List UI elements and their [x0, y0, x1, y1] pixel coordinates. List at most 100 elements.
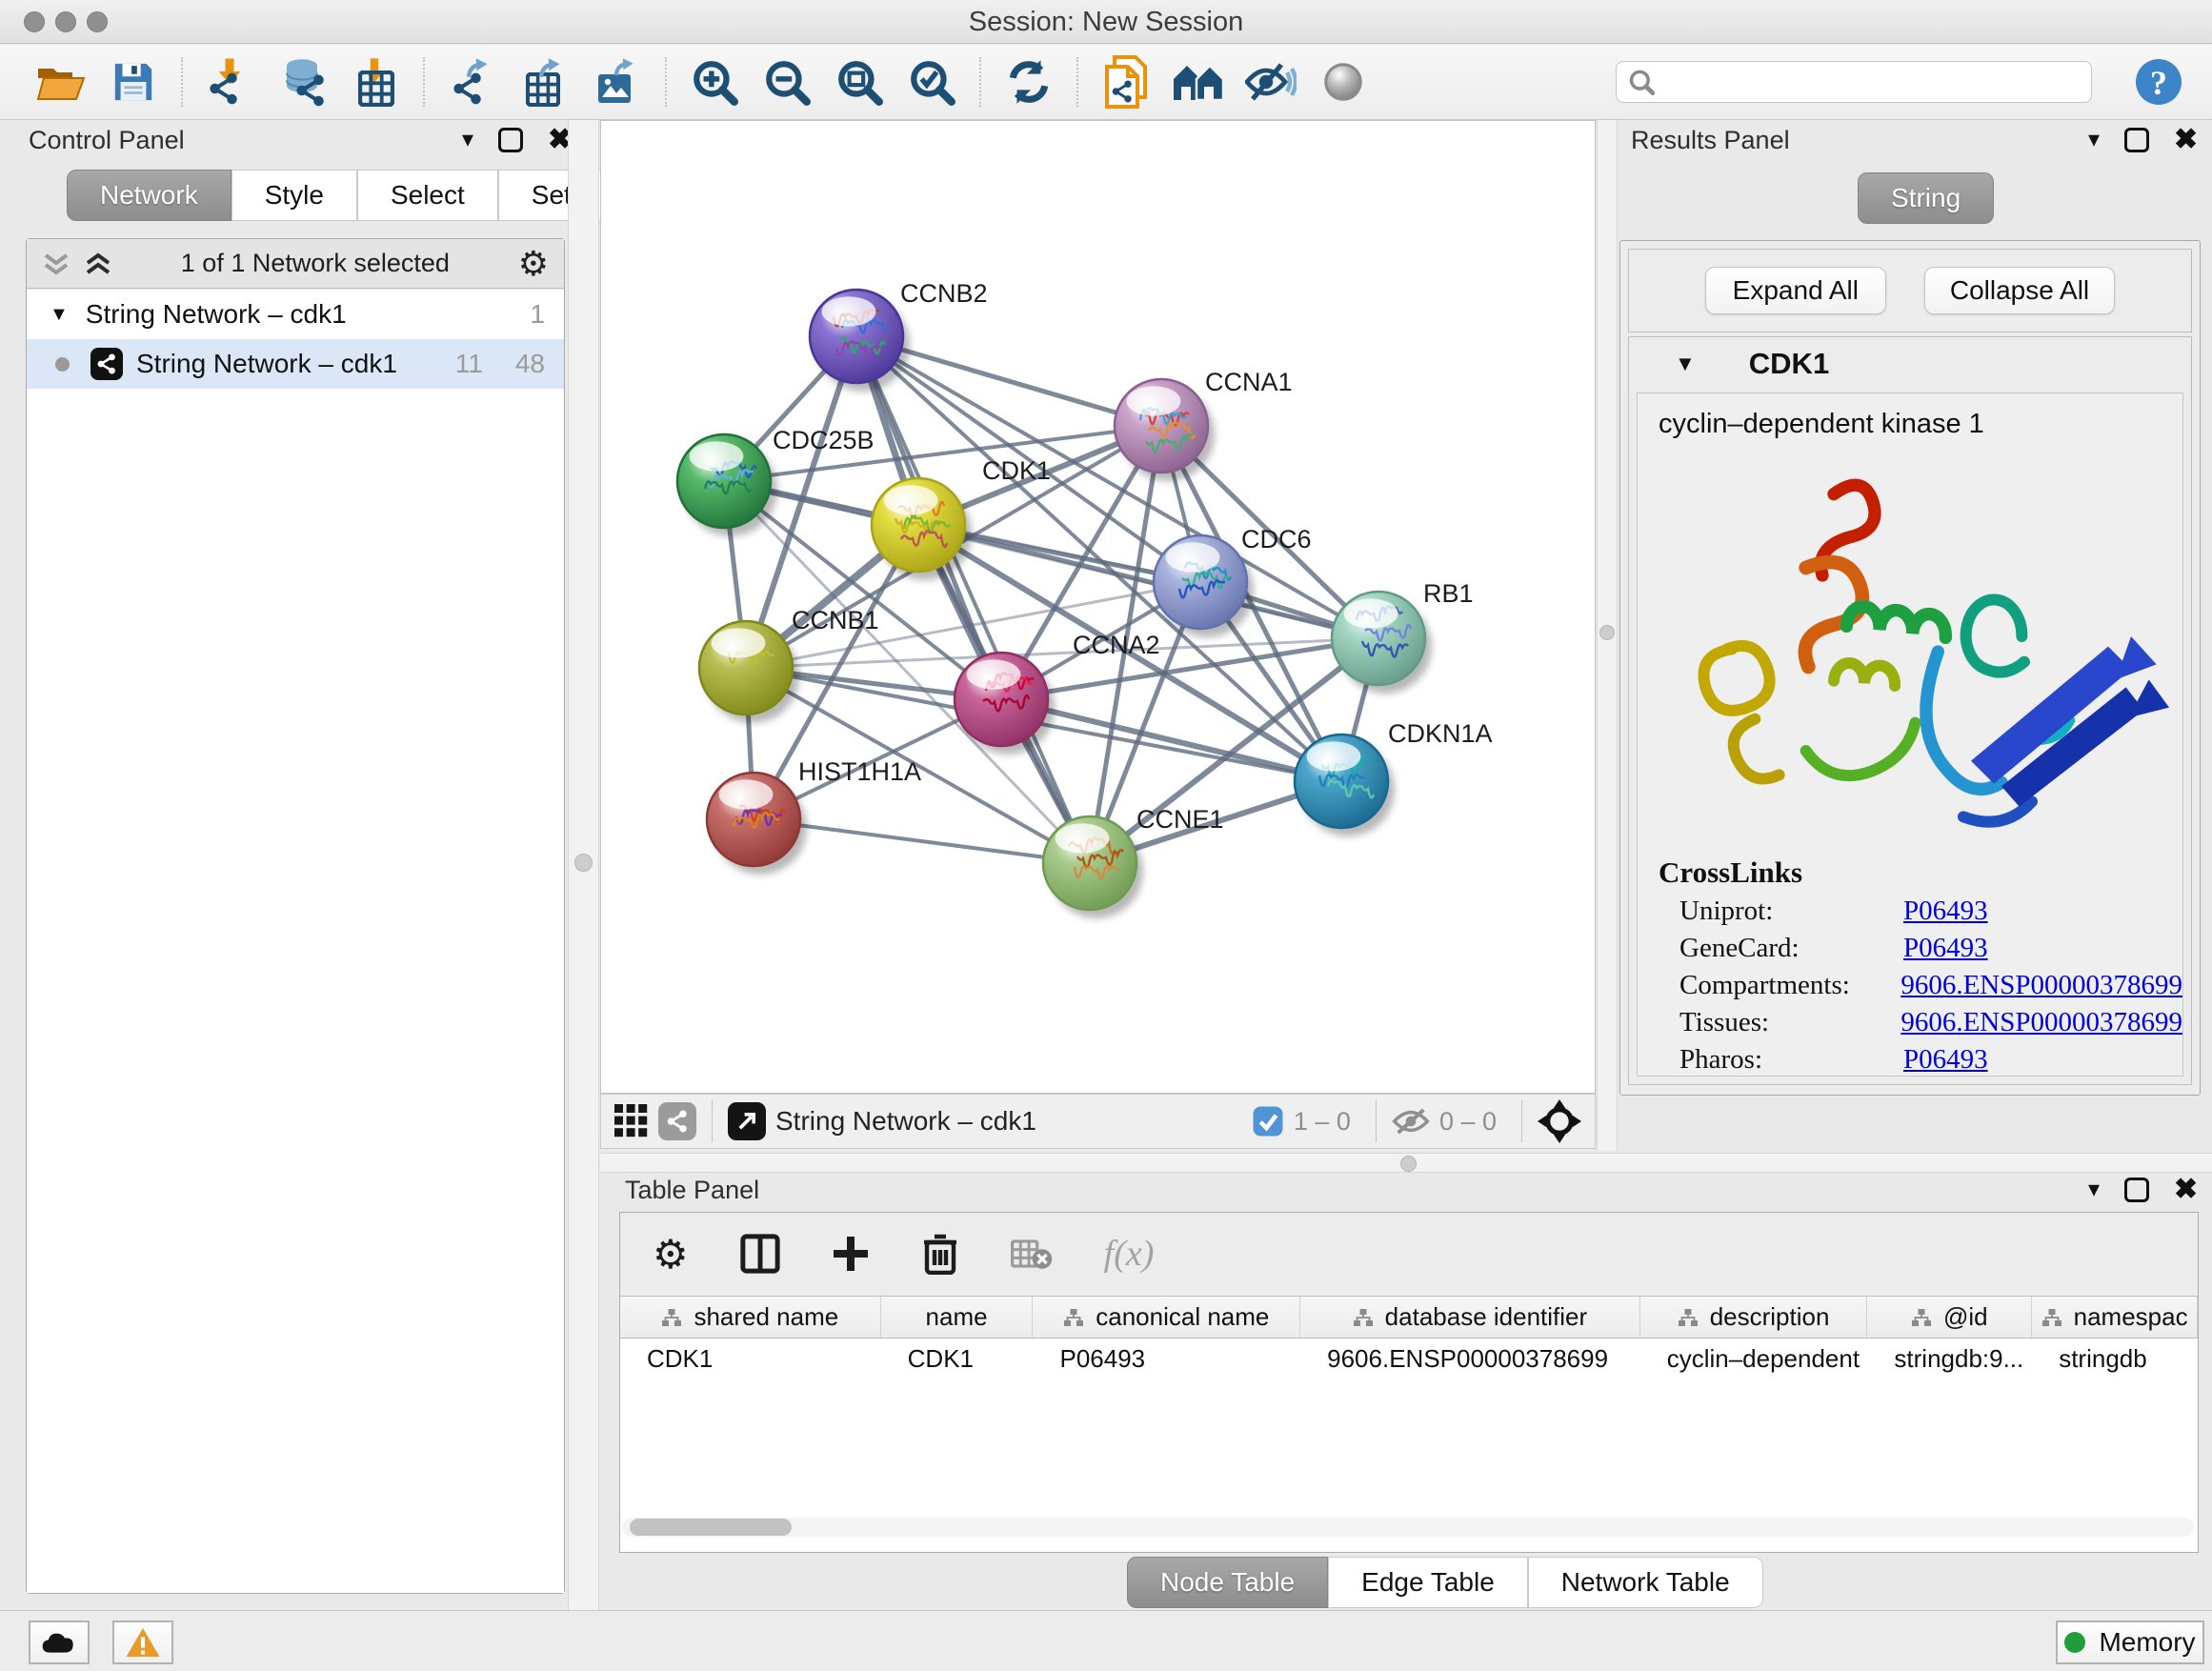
import-network-database-icon[interactable]	[267, 54, 339, 110]
import-table-file-icon[interactable]	[339, 54, 412, 110]
table-panel-menu-icon[interactable]: ▾	[2088, 1178, 2100, 1201]
right-splitter-grip[interactable]	[1599, 625, 1615, 640]
node-table-container: ⚙ f(x) shared namenamecanonical namedata…	[619, 1212, 2199, 1553]
crosslink-value-link[interactable]: 9606.ENSP00000378699	[1900, 970, 2182, 1001]
import-string-icon[interactable]	[1090, 54, 1162, 110]
open-session-icon[interactable]	[25, 54, 97, 110]
column-header-name[interactable]: name	[881, 1297, 1034, 1338]
node-table: shared namenamecanonical namedatabase id…	[620, 1296, 2198, 1552]
scrollbar-thumb[interactable]	[630, 1519, 792, 1536]
tab-edge-table[interactable]: Edge Table	[1328, 1557, 1528, 1608]
help-icon[interactable]: ?	[2130, 54, 2187, 110]
entry-expander-icon[interactable]: ▼	[1675, 352, 1696, 376]
table-panel-float-icon[interactable]	[2124, 1178, 2149, 1202]
add-column-icon[interactable]	[832, 1235, 870, 1273]
network-canvas[interactable]: CCNB2CCNA1CDC25BCDK1CDC6RB1CCNB1CCNA2CDK…	[600, 120, 1596, 1094]
hide-glasspane-icon[interactable]	[1235, 54, 1307, 110]
column-header-shared-name[interactable]: shared name	[620, 1297, 881, 1338]
export-image-icon[interactable]	[581, 54, 654, 110]
search-field[interactable]	[1616, 61, 2092, 103]
memory-button[interactable]: Memory	[2056, 1621, 2204, 1664]
memory-label: Memory	[2099, 1627, 2195, 1658]
table-body: CDK1CDK1P064939606.ENSP00000378699cyclin…	[620, 1339, 2198, 1380]
tab-network[interactable]: Network	[67, 170, 231, 221]
cloud-button[interactable]	[29, 1621, 90, 1664]
expand-all-button[interactable]: Expand All	[1705, 267, 1886, 314]
show-columns-icon[interactable]	[740, 1234, 780, 1274]
fit-selected-crosshair-icon[interactable]	[1538, 1099, 1581, 1143]
network-selection-status: 1 of 1 Network selected	[112, 249, 518, 278]
table-panel-close-icon[interactable]: ✖	[2174, 1176, 2198, 1204]
svg-text:CDK1: CDK1	[982, 456, 1051, 485]
birds-eye-view-icon[interactable]	[728, 1102, 766, 1140]
search-input[interactable]	[1655, 68, 2080, 97]
status-bar: Memory	[0, 1610, 2212, 1671]
column-header-description[interactable]: description	[1640, 1297, 1868, 1338]
refresh-icon[interactable]	[993, 54, 1065, 110]
export-table-icon[interactable]	[509, 54, 581, 110]
table-options-gear-icon[interactable]: ⚙	[653, 1231, 689, 1278]
crosslink-label: Uniprot:	[1679, 896, 1903, 927]
control-panel-menu-icon[interactable]: ▾	[462, 129, 473, 151]
crosslink-value-link[interactable]: P06493	[1903, 933, 1988, 964]
node-entry-header[interactable]: ▼ CDK1	[1629, 337, 2191, 391]
horizontal-splitter[interactable]	[600, 1153, 2212, 1173]
column-header-namespac[interactable]: namespac	[2032, 1297, 2198, 1338]
tab-network-table[interactable]: Network Table	[1528, 1557, 1763, 1608]
selected-checkbox-icon[interactable]	[1252, 1105, 1284, 1137]
collapse-all-icon[interactable]	[42, 252, 70, 276]
search-icon	[1628, 68, 1655, 96]
network-graph[interactable]: CCNB2CCNA1CDC25BCDK1CDC6RB1CCNB1CCNA2CDK…	[601, 121, 1595, 1093]
grid-view-icon[interactable]	[614, 1104, 649, 1138]
node-entry-body: cyclin–dependent kinase 1	[1637, 393, 2183, 1077]
zoom-out-icon[interactable]	[751, 54, 823, 110]
tab-string[interactable]: String	[1858, 172, 1994, 224]
network-label: String Network – cdk1	[136, 349, 455, 379]
table-cell: cyclin–dependent ...	[1640, 1339, 1868, 1380]
results-panel-menu-icon[interactable]: ▾	[2088, 129, 2100, 151]
tab-select[interactable]: Select	[357, 170, 498, 221]
tab-style[interactable]: Style	[231, 170, 357, 221]
save-session-icon[interactable]	[97, 54, 170, 110]
expand-all-icon[interactable]	[84, 252, 112, 276]
crosslink-label: Tissues:	[1679, 1007, 1900, 1038]
crosslink-label: Compartments:	[1679, 970, 1900, 1001]
export-network-icon[interactable]	[436, 54, 509, 110]
collapse-all-button[interactable]: Collapse All	[1924, 267, 2115, 314]
column-header-database-identifier[interactable]: database identifier	[1300, 1297, 1640, 1338]
table-row[interactable]: CDK1CDK1P064939606.ENSP00000378699cyclin…	[620, 1339, 2198, 1380]
network-edge-count: 48	[515, 349, 545, 379]
delete-column-trash-icon[interactable]	[921, 1233, 959, 1275]
right-splitter[interactable]	[1597, 120, 1618, 1151]
network-view-icon[interactable]	[658, 1102, 696, 1140]
results-panel-float-icon[interactable]	[2124, 128, 2149, 152]
crosslink-value-link[interactable]: P06493	[1903, 1044, 1988, 1076]
crosslink-row: Compartments:9606.ENSP00000378699	[1679, 970, 2182, 1001]
crosslinks-title: CrossLinks	[1659, 856, 2182, 890]
network-collection-row[interactable]: ▼ String Network – cdk1 1	[27, 290, 564, 339]
string-home-icon[interactable]	[1162, 54, 1235, 110]
warnings-button[interactable]	[112, 1621, 173, 1664]
zoom-selected-icon[interactable]	[895, 54, 968, 110]
crosslink-value-link[interactable]: P06493	[1903, 896, 1988, 927]
horizontal-splitter-grip[interactable]	[1400, 1156, 1417, 1172]
import-network-file-icon[interactable]	[194, 54, 267, 110]
zoom-in-icon[interactable]	[678, 54, 751, 110]
network-list-options-gear-icon[interactable]: ⚙	[518, 244, 549, 284]
table-horizontal-scrollbar[interactable]	[622, 1518, 2194, 1537]
collection-expander-icon[interactable]: ▼	[50, 304, 69, 326]
network-list-toolbar: 1 of 1 Network selected ⚙	[27, 239, 564, 289]
control-panel-float-icon[interactable]	[498, 128, 523, 152]
column-header--id[interactable]: @id	[1867, 1297, 2032, 1338]
network-row[interactable]: String Network – cdk1 11 48	[27, 339, 564, 389]
tab-node-table[interactable]: Node Table	[1127, 1557, 1328, 1608]
left-splitter-grip[interactable]	[574, 854, 593, 872]
table-cell: CDK1	[881, 1339, 1034, 1380]
left-splitter[interactable]	[568, 120, 599, 1610]
table-tabs: Node Table Edge Table Network Table	[1127, 1557, 1763, 1608]
results-panel-close-icon[interactable]: ✖	[2174, 126, 2198, 154]
column-header-canonical-name[interactable]: canonical name	[1033, 1297, 1300, 1338]
crosslink-value-link[interactable]: 9606.ENSP00000378699	[1900, 1007, 2182, 1038]
zoom-fit-icon[interactable]	[823, 54, 895, 110]
svg-text:CCNB2: CCNB2	[900, 279, 988, 308]
